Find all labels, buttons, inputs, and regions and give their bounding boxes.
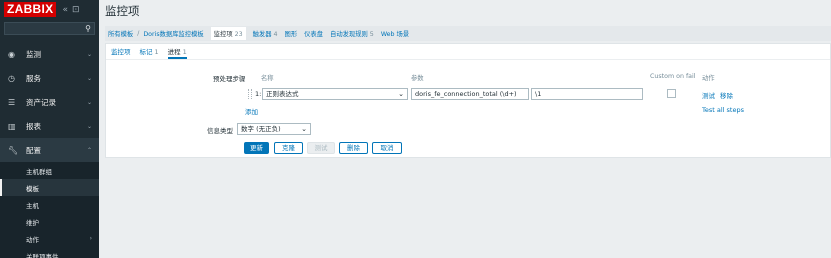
chevron-down-icon: ⌄ [86, 122, 92, 130]
collapse-sidebar-icon[interactable]: « [62, 5, 68, 15]
tab-item[interactable]: 监控项 [111, 46, 131, 59]
main-content: 监控项 所有模板 / Doris数据库监控模板 监控项 23 触发器 4 图形 仪表… [99, 0, 831, 258]
menu-item-configuration[interactable]: 🔧︎ 配置 ⌃ [0, 138, 99, 162]
nav-link-dashboards[interactable]: 仪表盘 [304, 29, 323, 38]
menu-label: 监测 [26, 49, 41, 59]
info-type-value: 数字 (无正负) [241, 125, 281, 133]
submenu-item-event-correlation[interactable]: 关联项事件 [0, 247, 99, 258]
preprocessing-steps-label: 预处理步骤 [213, 75, 246, 83]
delete-button[interactable]: 删除 [339, 142, 368, 154]
menu-item-inventory[interactable]: ☰ 资产记录 ⌄ [0, 90, 99, 114]
nav-count: 23 [234, 31, 243, 38]
template-navigation: 所有模板 / Doris数据库监控模板 监控项 23 触发器 4 图形 仪表盘 自动… [105, 26, 831, 41]
submenu-item-templates[interactable]: 模板 [0, 179, 99, 196]
sidebar-search-input[interactable]: ⚲ [4, 22, 95, 35]
clone-button[interactable]: 克隆 [274, 142, 303, 154]
main-menu: ◉ 监测 ⌄ ◷ 服务 ⌄ ☰ 资产记录 ⌄ ▥ 报表 ⌄ 🔧︎ 配置 ⌃ 主机… [0, 42, 99, 258]
search-icon[interactable]: ⚲ [85, 24, 91, 33]
nav-link-graphs[interactable]: 图形 [285, 29, 298, 38]
menu-item-services[interactable]: ◷ 服务 ⌄ [0, 66, 99, 90]
custom-on-fail-checkbox[interactable] [667, 89, 676, 98]
step-type-value: 正则表达式 [266, 90, 299, 98]
menu-item-monitoring[interactable]: ◉ 监测 ⌄ [0, 42, 99, 66]
step-param-pattern-input[interactable]: doris_fe_connection_total (\d+) [411, 88, 529, 100]
nav-link-triggers[interactable]: 触发器 4 [253, 29, 278, 38]
zabbix-logo[interactable]: ZABBIX [4, 2, 57, 17]
drag-handle-icon[interactable] [248, 89, 252, 99]
cancel-button[interactable]: 取消 [372, 142, 402, 154]
column-header-params: 参数 [411, 75, 424, 82]
menu-label: 服务 [26, 73, 41, 83]
nav-count: 4 [273, 31, 278, 38]
tab-count: 1 [182, 48, 187, 56]
nav-count: 5 [369, 31, 374, 38]
chevron-down-icon: ⌄ [301, 125, 307, 133]
chart-icon: ▥ [8, 121, 16, 131]
tab-tags[interactable]: 标记 1 [140, 46, 159, 59]
chevron-down-icon: ⌄ [86, 74, 92, 82]
menu-label: 报表 [26, 121, 41, 131]
submenu-item-actions[interactable]: 动作 › [0, 230, 99, 247]
wrench-icon: 🔧︎ [8, 145, 19, 155]
nav-link-discovery-rules[interactable]: 自动发现规则 5 [330, 29, 374, 38]
nav-label: 触发器 [252, 31, 272, 38]
step-remove-link[interactable]: 移除 [720, 90, 733, 100]
nav-label: 监控项 [213, 31, 233, 38]
chevron-up-icon: ⌃ [86, 146, 92, 154]
chevron-down-icon: ⌄ [86, 98, 92, 106]
breadcrumb-separator: / [137, 30, 140, 37]
info-type-select[interactable]: 数字 (无正负) ⌄ [237, 123, 311, 135]
menu-item-reports[interactable]: ▥ 报表 ⌄ [0, 114, 99, 138]
column-header-name: 名称 [261, 75, 274, 82]
column-header-actions: 动作 [702, 75, 715, 82]
test-all-steps-link[interactable]: Test all steps [702, 106, 744, 114]
tab-label: 进程 [167, 48, 181, 56]
tab-preprocessing[interactable]: 进程 1 [167, 46, 187, 59]
step-type-select[interactable]: 正则表达式 ⌄ [262, 88, 408, 100]
column-header-custom-on-fail: Custom on fail [650, 73, 696, 80]
sidebar: ZABBIX « ⊡ ⚲ ◉ 监测 ⌄ ◷ 服务 ⌄ ☰ 资产记录 ⌄ ▥ 报表… [0, 0, 99, 258]
submenu-item-maintenance[interactable]: 维护 [0, 213, 99, 230]
menu-label: 资产记录 [26, 97, 56, 107]
submenu-item-hosts[interactable]: 主机 [0, 196, 99, 213]
update-button[interactable]: 更新 [244, 142, 269, 154]
nav-link-items[interactable]: 监控项 23 [210, 27, 246, 40]
breadcrumb-template[interactable]: Doris数据库监控模板 [143, 29, 203, 38]
nav-label: 自动发现规则 [330, 31, 368, 38]
clock-icon: ◷ [8, 73, 15, 83]
tab-count: 1 [154, 48, 159, 56]
step-number: 1: [255, 90, 262, 98]
step-test-link[interactable]: 测试 [702, 90, 715, 100]
chevron-down-icon: ⌄ [86, 50, 92, 58]
breadcrumb-all-templates[interactable]: 所有模板 [108, 29, 133, 38]
configuration-submenu: 主机群组 模板 主机 维护 动作 › 关联项事件 [0, 162, 99, 258]
kiosk-mode-icon[interactable]: ⊡ [72, 5, 80, 15]
nav-link-web-scenarios[interactable]: Web 场景 [381, 29, 409, 38]
tab-label: 标记 [139, 48, 153, 56]
form-tabs: 监控项 标记 1 进程 1 [106, 44, 830, 60]
chevron-right-icon: › [89, 235, 92, 242]
submenu-item-host-groups[interactable]: 主机群组 [0, 162, 99, 179]
submenu-label: 动作 [26, 235, 39, 244]
page-title: 监控项 [105, 6, 140, 18]
step-param-output-input[interactable]: \1 [531, 88, 643, 100]
add-step-link[interactable]: 添加 [245, 106, 258, 116]
menu-label: 配置 [26, 145, 41, 155]
logo-row: ZABBIX « ⊡ [0, 0, 99, 19]
info-type-label: 信息类型 [207, 127, 233, 135]
eye-icon: ◉ [8, 49, 15, 59]
test-button: 测试 [307, 142, 335, 154]
chevron-down-icon: ⌄ [398, 90, 404, 98]
item-form-panel: 监控项 标记 1 进程 1 预处理步骤 名称 参数 Custom on fail 动… [105, 43, 831, 158]
list-icon: ☰ [8, 97, 16, 107]
